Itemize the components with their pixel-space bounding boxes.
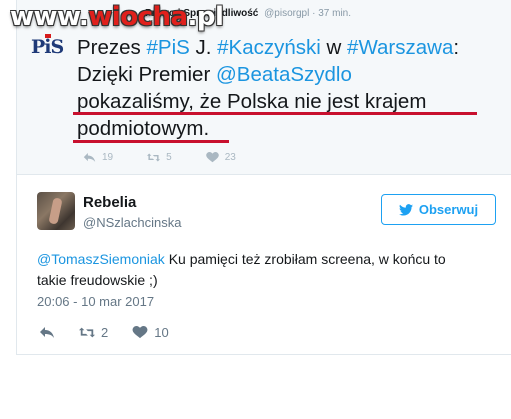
retweet-button[interactable]: 2 <box>79 325 108 340</box>
follow-button[interactable]: Obserwuj <box>381 194 496 225</box>
watermark-logo: www.wiocha.pl <box>10 2 224 32</box>
mention-link[interactable]: @BeataSzydlo <box>216 63 352 86</box>
tweet-body-line2: takie freudowskie ;) <box>37 272 158 288</box>
quoted-text-line: pokazaliśmy, że Polska nie jest krajem <box>77 88 507 115</box>
tweet-text: @TomaszSiemoniak Ku pamięci też zrobiłam… <box>37 249 497 291</box>
watermark-prefix: www. <box>10 2 89 32</box>
heart-icon <box>132 326 148 339</box>
follow-button-label: Obserwuj <box>418 202 479 217</box>
reply-icon <box>83 153 96 162</box>
pis-logo-accent <box>45 34 51 38</box>
tweet-actions: 2 10 <box>39 325 193 340</box>
quoted-text-segment: : <box>453 36 460 59</box>
pis-logo: PiS <box>31 34 64 58</box>
tweet-body-line1: Ku pamięci też zrobiłam screena, w końcu… <box>164 251 446 267</box>
display-name[interactable]: Rebelia <box>83 194 136 211</box>
quoted-reply-count: 19 <box>102 152 114 163</box>
mention-link[interactable]: @TomaszSiemoniak <box>37 251 165 267</box>
reply-icon <box>40 327 54 338</box>
hashtag-link[interactable]: #Warszawa <box>347 36 453 59</box>
quoted-text-line: Dzięki Premier @BeataSzydlo <box>77 61 507 88</box>
hashtag-link[interactable]: #PiS <box>147 36 190 59</box>
retweet-icon <box>79 327 95 338</box>
user-handle[interactable]: @NSzlachcinska <box>83 215 181 230</box>
red-underline-1 <box>73 112 477 115</box>
quoted-like-count: 23 <box>224 152 236 163</box>
retweet-count: 2 <box>101 325 109 340</box>
twitter-bird-icon <box>398 203 413 216</box>
quoted-text-segment: J. <box>189 36 218 59</box>
quoted-text-line: podmiotowym. <box>77 115 507 142</box>
watermark-brand: wiocha <box>88 2 188 32</box>
quoted-text-segment: Prezes <box>77 36 147 59</box>
quoted-text-segment: podmiotowym. <box>77 117 210 140</box>
watermark-suffix: .pl <box>187 2 224 32</box>
tweet-card: Rebelia @NSzlachcinska Obserwuj @TomaszS… <box>16 175 511 355</box>
like-count: 10 <box>154 325 169 340</box>
tweet-timestamp[interactable]: 20:06 - 10 mar 2017 <box>37 294 154 309</box>
like-button[interactable]: 10 <box>132 325 169 340</box>
red-underline-2 <box>73 140 229 143</box>
quoted-reply[interactable]: 19 <box>83 152 113 163</box>
quoted-time[interactable]: 37 min. <box>318 8 351 19</box>
retweet-icon <box>147 153 161 162</box>
quoted-like[interactable]: 23 <box>205 152 236 163</box>
quoted-actions: 19 5 23 <box>83 152 270 163</box>
quoted-retweet-count: 5 <box>166 152 172 163</box>
quoted-text-line: Prezes #PiS J. #Kaczyński w #Warszawa: <box>77 34 507 61</box>
quoted-text-segment: w <box>320 36 348 59</box>
quoted-tweet-text: Prezes #PiS J. #Kaczyński w #Warszawa: Dz… <box>77 34 507 142</box>
avatar[interactable] <box>37 192 75 230</box>
hashtag-link[interactable]: #Kaczyński <box>217 36 321 59</box>
quoted-retweet[interactable]: 5 <box>147 152 172 163</box>
pis-logo-text: PiS <box>31 36 64 58</box>
quoted-text-segment: pokazaliśmy, że Polska nie jest krajem <box>77 90 427 113</box>
quoted-handle[interactable]: @pisorgpl <box>264 8 309 19</box>
quoted-text-segment: Dzięki Premier <box>77 63 216 86</box>
heart-icon <box>205 152 219 163</box>
reply-button[interactable] <box>39 326 55 339</box>
